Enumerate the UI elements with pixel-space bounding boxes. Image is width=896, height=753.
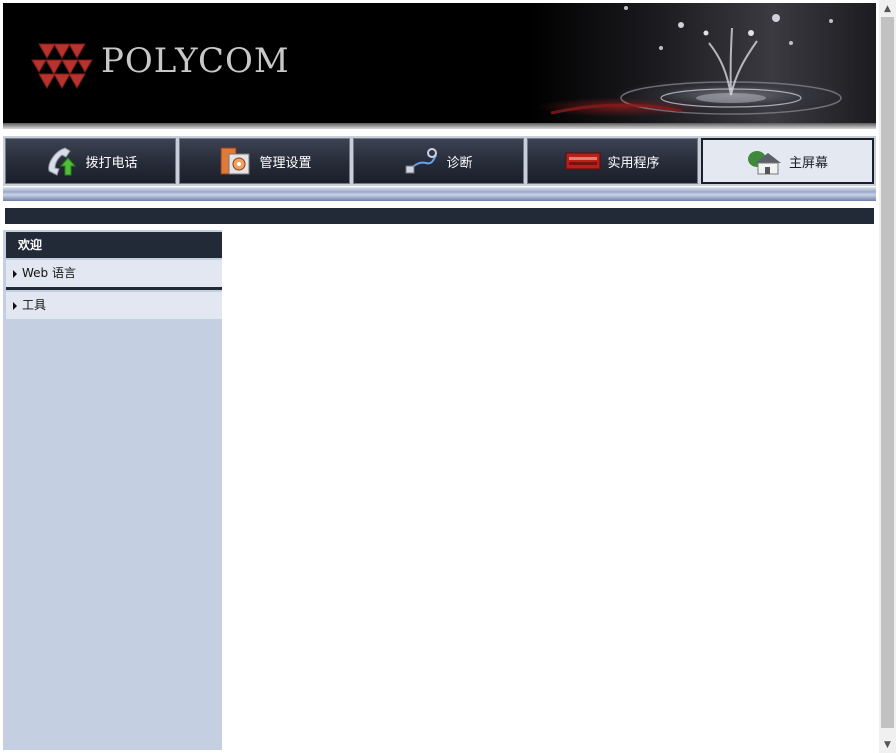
triangle-right-icon — [13, 302, 17, 310]
water-splash-image — [531, 3, 876, 125]
triangle-right-icon — [13, 270, 17, 278]
polycom-logo-icon — [31, 43, 93, 90]
banner-divider — [3, 123, 876, 129]
tab-home[interactable]: 主屏幕 — [701, 138, 874, 184]
tab-label: 拨打电话 — [85, 155, 138, 171]
home-icon — [747, 145, 783, 177]
sidebar: 欢迎 Web 语言 工具 — [3, 230, 222, 750]
main-content — [222, 230, 876, 750]
sidebar-item-label: 工具 — [22, 298, 47, 312]
sidebar-item-tools[interactable]: 工具 — [6, 292, 222, 319]
sidebar-item-label: Web 语言 — [22, 266, 76, 280]
scroll-up-arrow-icon[interactable]: ▲ — [879, 0, 896, 17]
tab-admin-settings[interactable]: 管理设置 — [179, 138, 350, 184]
sidebar-item-web-language[interactable]: Web 语言 — [6, 260, 222, 287]
diagnostics-icon — [404, 145, 440, 177]
phone-icon — [43, 145, 79, 177]
scroll-down-arrow-icon[interactable]: ▼ — [879, 736, 896, 753]
nav-separator — [3, 187, 876, 201]
sidebar-divider — [6, 287, 222, 290]
header-banner: POLYCOM — [3, 3, 876, 125]
main-nav: 拨打电话 管理设置 诊断 实用程序 主屏幕 — [3, 136, 876, 186]
tab-label: 诊断 — [446, 155, 473, 171]
tab-label: 管理设置 — [259, 155, 312, 171]
tab-label: 实用程序 — [607, 155, 660, 171]
tab-place-call[interactable]: 拨打电话 — [5, 138, 176, 184]
utilities-icon — [565, 145, 601, 177]
tab-utilities[interactable]: 实用程序 — [527, 138, 698, 184]
tab-diagnostics[interactable]: 诊断 — [353, 138, 524, 184]
sidebar-header: 欢迎 — [6, 232, 222, 258]
admin-settings-icon — [217, 145, 253, 177]
polycom-logo-text: POLYCOM — [101, 41, 290, 81]
tab-label: 主屏幕 — [788, 155, 828, 171]
vertical-scrollbar[interactable]: ▲ ▼ — [879, 0, 896, 753]
scroll-thumb[interactable] — [881, 17, 894, 728]
page-title-bar — [5, 208, 874, 224]
